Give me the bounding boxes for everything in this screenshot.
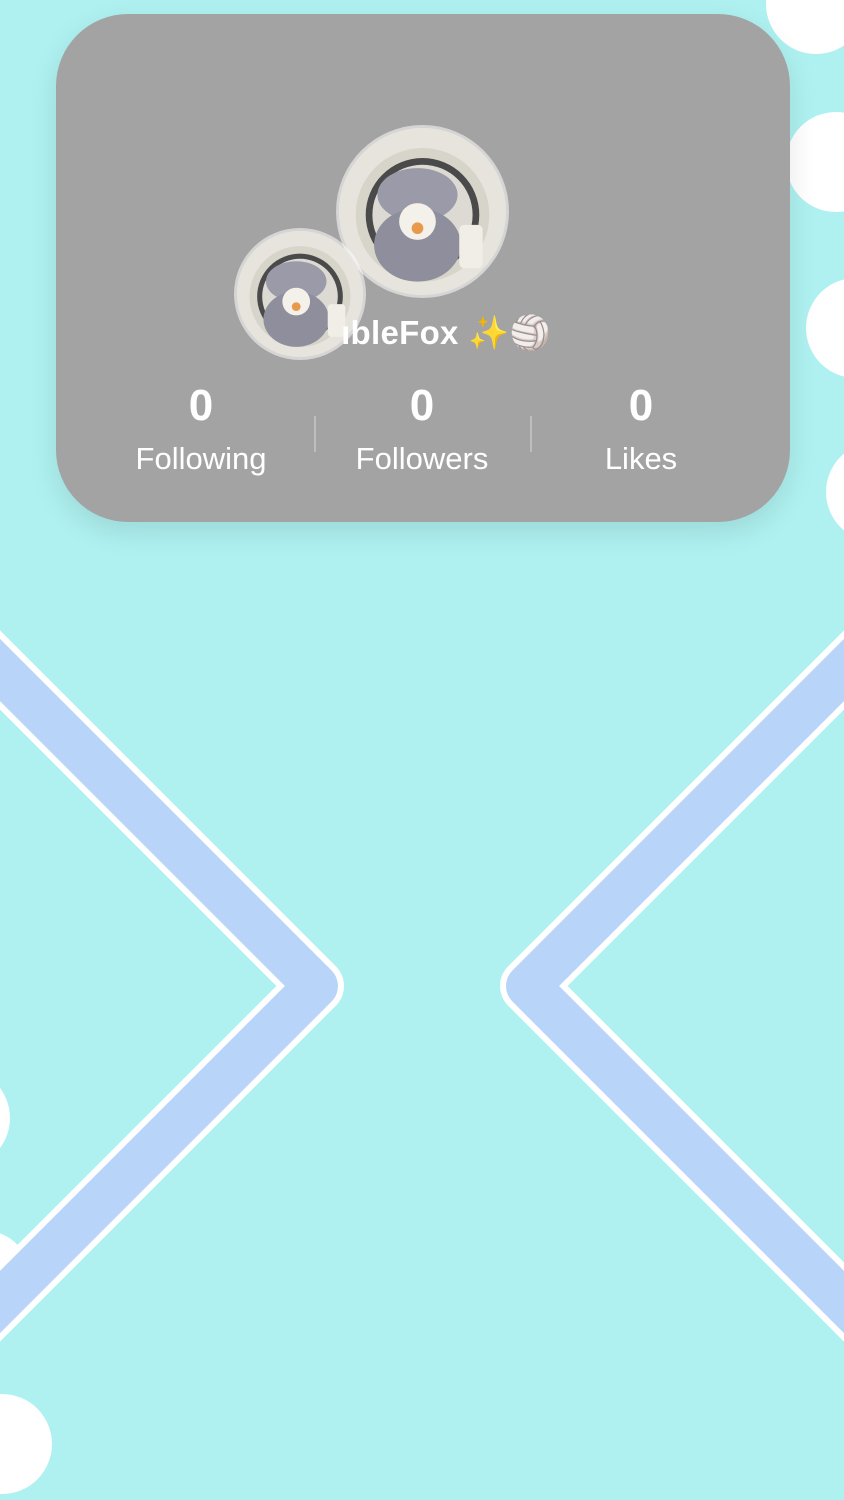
stat-followers[interactable]: 0 Followers — [312, 378, 532, 480]
stat-following-label: Following — [135, 441, 267, 476]
stat-likes-count: 0 — [628, 381, 654, 430]
profile-card: ıbleFox ✨🏐 0 Following 0 Followers 0 Lik… — [56, 14, 790, 522]
profile-avatar-large[interactable] — [339, 128, 506, 295]
stat-following[interactable]: 0 Following — [91, 378, 311, 480]
avatar-photo-icon — [339, 128, 506, 295]
stat-following-count: 0 — [188, 381, 214, 430]
profile-username: ıbleFox ✨🏐 — [341, 314, 551, 351]
stat-likes[interactable]: 0 Likes — [531, 378, 751, 480]
stat-likes-label: Likes — [604, 441, 678, 476]
stat-followers-count: 0 — [409, 381, 435, 430]
stat-followers-label: Followers — [355, 441, 489, 476]
screen: ıbleFox ✨🏐 0 Following 0 Followers 0 Lik… — [0, 0, 844, 1500]
